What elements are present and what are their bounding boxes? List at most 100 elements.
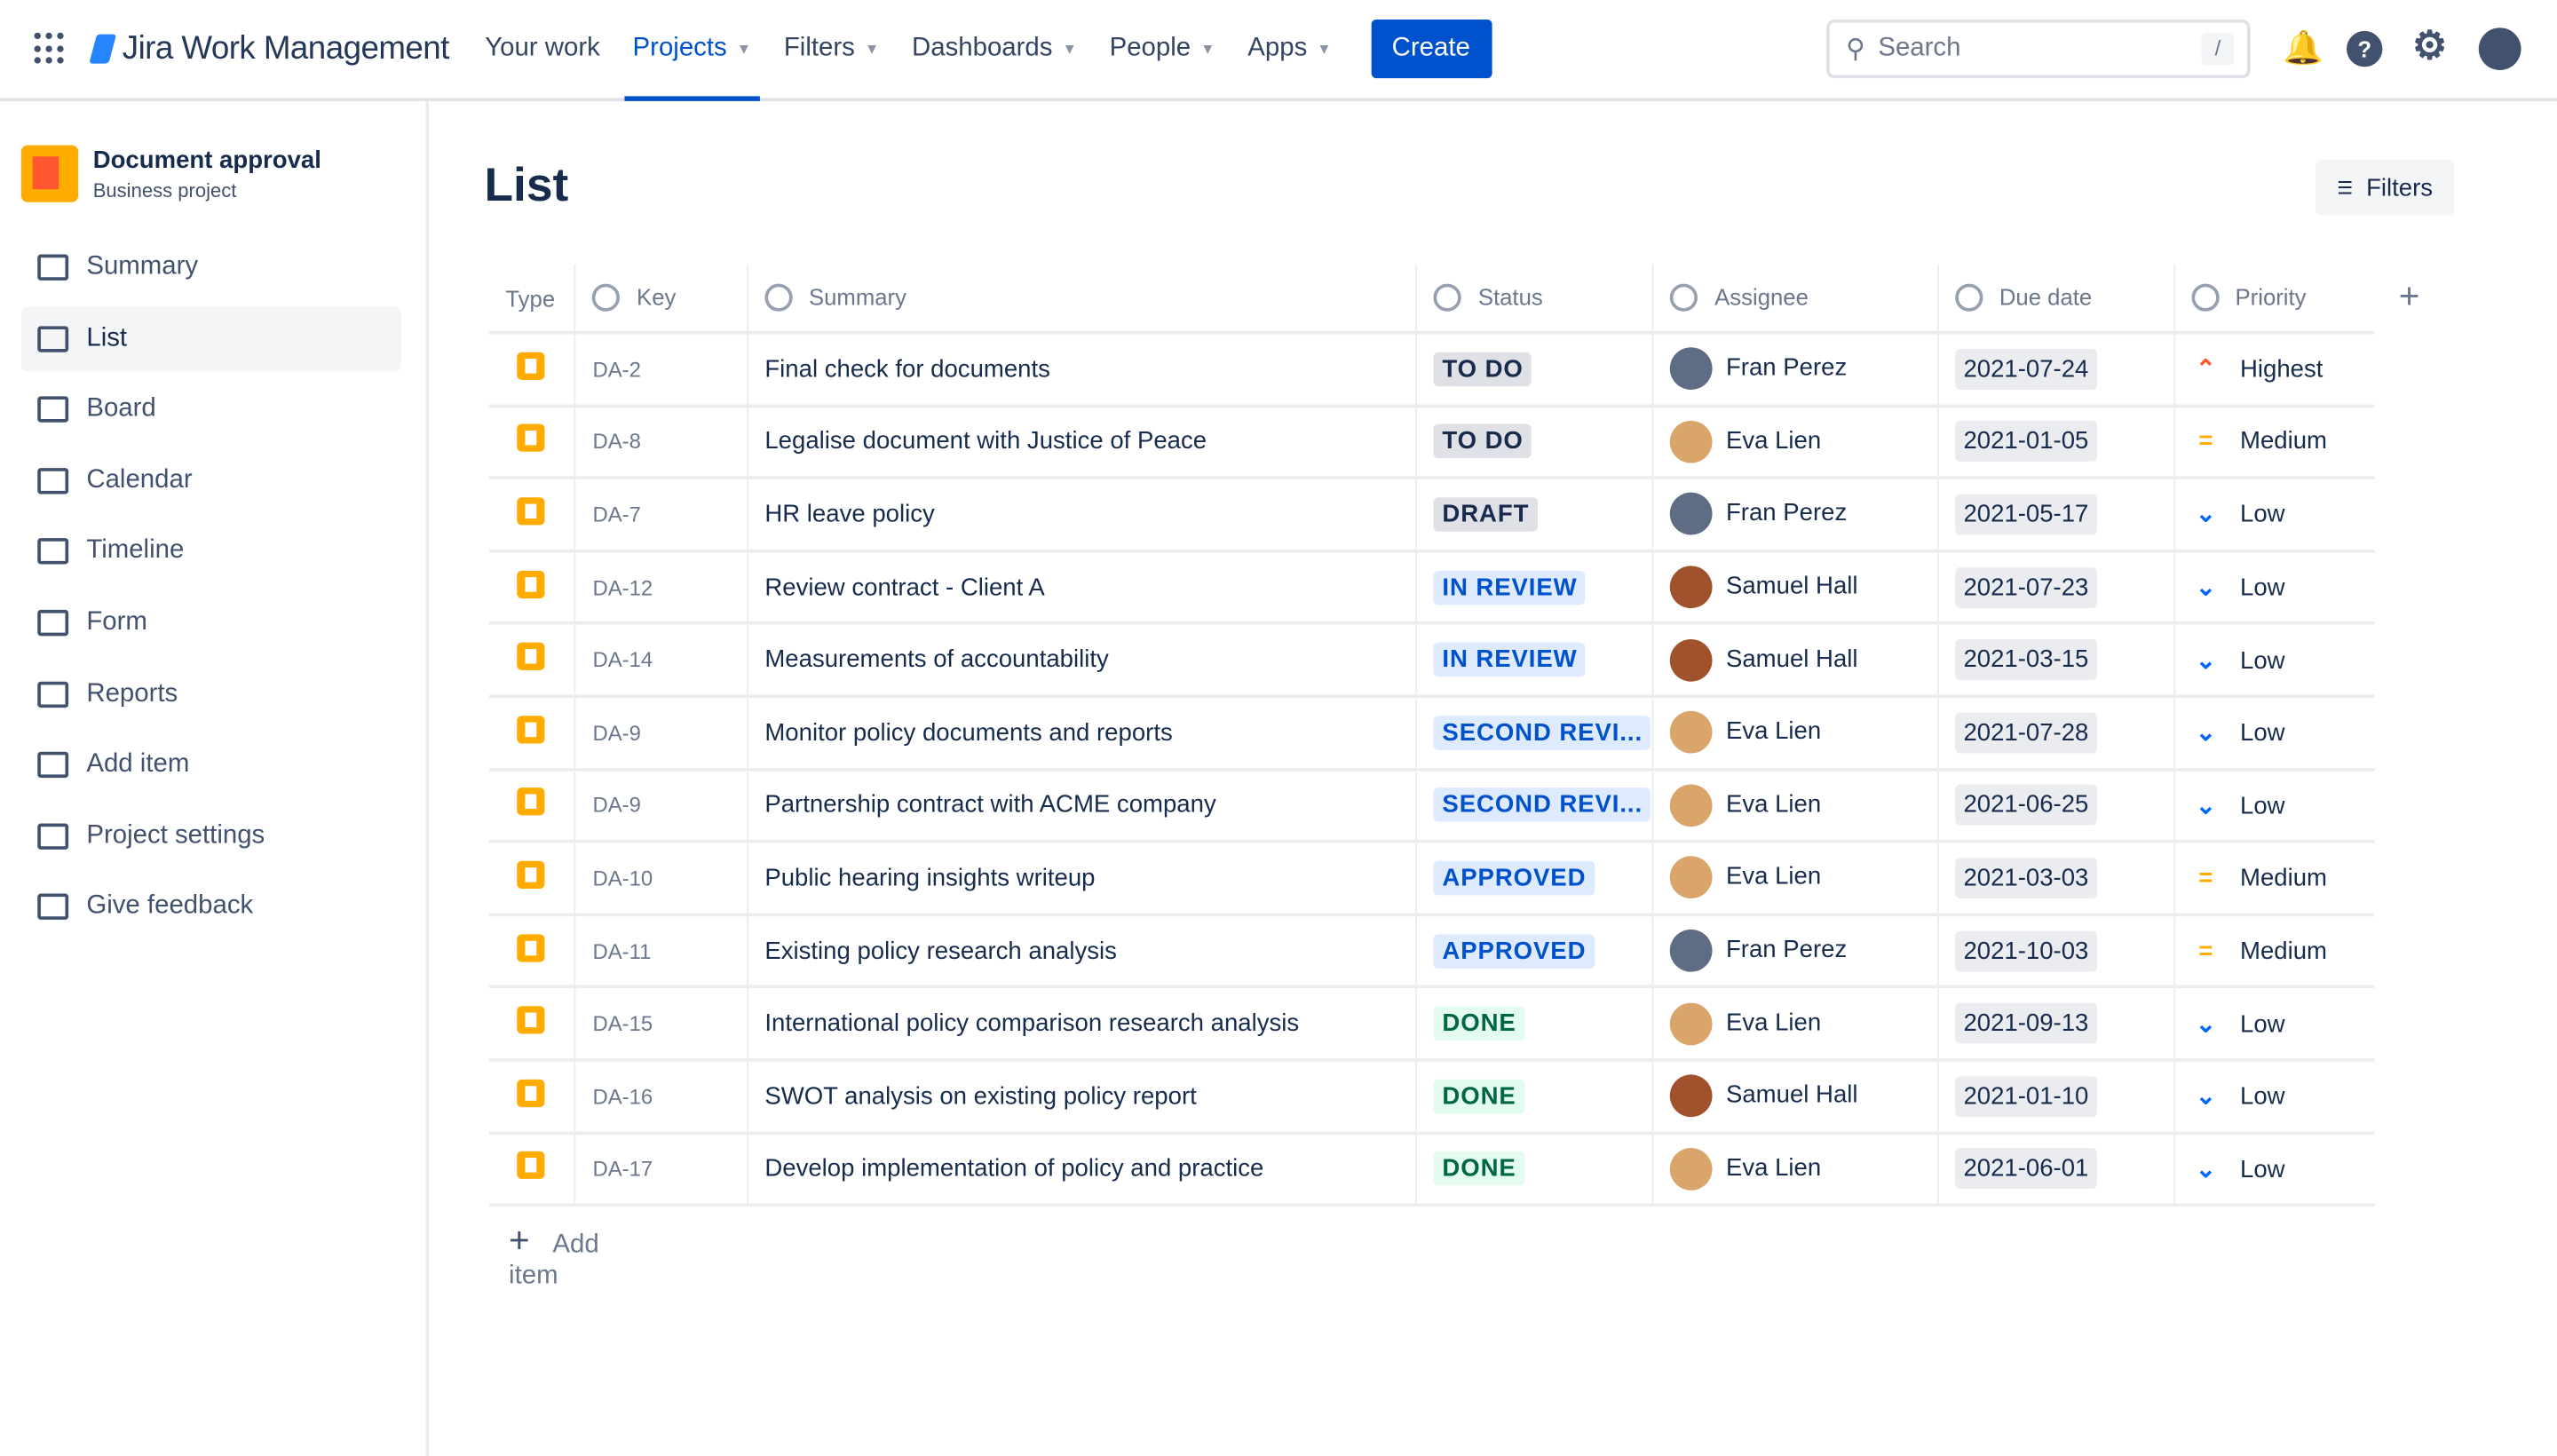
issue-summary[interactable]: SWOT analysis on existing policy report [764, 1082, 1196, 1110]
due-date-cell[interactable]: 2021-07-28 [1937, 696, 2175, 771]
notifications-icon[interactable]: 🔔 [2283, 31, 2323, 67]
summary-cell[interactable]: Final check for documents [748, 332, 1418, 408]
status-badge[interactable]: APPROVED [1434, 860, 1595, 896]
priority-cell[interactable]: ⌃ Highest [2173, 332, 2375, 408]
nav-filters[interactable]: Filters ▼ [771, 0, 892, 99]
status-badge[interactable]: SECOND REVI... [1434, 787, 1651, 823]
sidebar-item-summary[interactable]: Summary [21, 234, 401, 299]
issue-key[interactable]: DA-7 [592, 502, 640, 527]
summary-cell[interactable]: HR leave policy [748, 478, 1418, 553]
issue-key[interactable]: DA-17 [592, 1157, 653, 1182]
product-logo[interactable]: Jira Work Management [89, 30, 449, 67]
nav-dashboards[interactable]: Dashboards ▼ [899, 0, 1089, 99]
status-badge[interactable]: DONE [1434, 1151, 1524, 1186]
column-header-priority[interactable]: Priority [2173, 264, 2375, 335]
status-badge[interactable]: APPROVED [1434, 933, 1595, 969]
status-cell[interactable]: TO DO [1416, 332, 1655, 408]
status-badge[interactable]: TO DO [1434, 352, 1532, 386]
status-cell[interactable]: IN REVIEW [1416, 623, 1655, 699]
status-badge[interactable]: DONE [1434, 1006, 1524, 1041]
sidebar-item-board[interactable]: Board [21, 377, 401, 442]
summary-cell[interactable]: Partnership contract with ACME company [748, 769, 1418, 843]
summary-cell[interactable]: Develop implementation of policy and pra… [748, 1132, 1418, 1207]
issue-summary[interactable]: Partnership contract with ACME company [764, 791, 1215, 819]
due-date-cell[interactable]: 2021-03-15 [1937, 623, 2175, 699]
summary-cell[interactable]: Existing policy research analysis [748, 914, 1418, 989]
sidebar-item-list[interactable]: List [20, 305, 401, 372]
priority-cell[interactable]: ⌄ Low [2173, 986, 2375, 1062]
sidebar-item-add-item[interactable]: Add item [21, 732, 401, 797]
sidebar-item-give-feedback[interactable]: Give feedback [21, 874, 401, 939]
column-header-due-date[interactable]: Due date [1937, 264, 2175, 335]
settings-icon[interactable]: ⚙ [2411, 27, 2448, 67]
profile-avatar-icon[interactable] [2478, 28, 2521, 70]
table-row[interactable]: DA-11 Existing policy research analysis AP… [489, 914, 2375, 989]
due-date-cell[interactable]: 2021-06-01 [1937, 1132, 2175, 1207]
sidebar-item-form[interactable]: Form [21, 590, 401, 655]
issue-summary[interactable]: International policy comparison research… [764, 1009, 1299, 1037]
status-cell[interactable]: IN REVIEW [1416, 550, 1655, 626]
issue-summary[interactable]: Monitor policy documents and reports [764, 719, 1172, 747]
table-row[interactable]: DA-8 Legalise document with Justice of Pe… [489, 405, 2375, 480]
issue-key[interactable]: DA-8 [592, 430, 640, 455]
sidebar-item-calendar[interactable]: Calendar [21, 448, 401, 513]
issue-key[interactable]: DA-14 [592, 647, 653, 672]
table-row[interactable]: DA-9 Monitor policy documents and reports… [489, 696, 2375, 771]
issue-key[interactable]: DA-12 [592, 575, 653, 600]
add-item-button[interactable]: + Add item [509, 1220, 599, 1292]
column-header-status[interactable]: Status [1416, 264, 1655, 335]
assignee-cell[interactable]: Fran Perez [1653, 914, 1939, 989]
issue-summary[interactable]: Review contract - Client A [764, 574, 1044, 601]
status-cell[interactable]: SECOND REVI... [1416, 769, 1655, 843]
assignee-cell[interactable]: Eva Lien [1653, 986, 1939, 1062]
column-header-type[interactable]: Type [489, 264, 577, 335]
add-column-button[interactable]: + [2399, 275, 2420, 318]
issue-key[interactable]: DA-15 [592, 1011, 653, 1036]
assignee-cell[interactable]: Eva Lien [1653, 1132, 1939, 1207]
summary-cell[interactable]: Legalise document with Justice of Peace [748, 405, 1418, 480]
search-input[interactable]: ⚲ Search / [1826, 20, 2251, 79]
table-row[interactable]: DA-2 Final check for documents TO DO Fran P… [489, 332, 2375, 408]
due-date-cell[interactable]: 2021-01-10 [1937, 1059, 2175, 1135]
issue-summary[interactable]: HR leave policy [764, 501, 934, 528]
priority-cell[interactable]: ⌄ Low [2173, 550, 2375, 626]
app-switcher-icon[interactable] [34, 32, 67, 66]
table-row[interactable]: DA-9 Partnership contract with ACME compa… [489, 769, 2375, 843]
priority-cell[interactable]: ⌄ Low [2173, 769, 2375, 843]
summary-cell[interactable]: Public hearing insights writeup [748, 842, 1418, 916]
summary-cell[interactable]: Measurements of accountability [748, 623, 1418, 699]
status-cell[interactable]: DRAFT [1416, 478, 1655, 553]
column-header-assignee[interactable]: Assignee [1653, 264, 1939, 335]
summary-cell[interactable]: International policy comparison research… [748, 986, 1418, 1062]
issue-summary[interactable]: Public hearing insights writeup [764, 864, 1095, 891]
status-badge[interactable]: TO DO [1434, 424, 1532, 459]
due-date-cell[interactable]: 2021-01-05 [1937, 405, 2175, 480]
assignee-cell[interactable]: Fran Perez [1653, 478, 1939, 553]
table-row[interactable]: DA-10 Public hearing insights writeup APPR… [489, 842, 2375, 916]
priority-cell[interactable]: = Medium [2173, 405, 2375, 480]
filters-button[interactable]: ☰ Filters [2316, 159, 2455, 216]
due-date-cell[interactable]: 2021-07-24 [1937, 332, 2175, 408]
summary-cell[interactable]: Monitor policy documents and reports [748, 696, 1418, 771]
priority-cell[interactable]: = Medium [2173, 842, 2375, 916]
assignee-cell[interactable]: Samuel Hall [1653, 1059, 1939, 1135]
priority-cell[interactable]: = Medium [2173, 914, 2375, 989]
assignee-cell[interactable]: Eva Lien [1653, 769, 1939, 843]
issue-key[interactable]: DA-10 [592, 866, 653, 890]
assignee-cell[interactable]: Fran Perez [1653, 332, 1939, 408]
status-cell[interactable]: APPROVED [1416, 842, 1655, 916]
nav-projects[interactable]: Projects ▼ [620, 0, 764, 101]
issue-key[interactable]: DA-16 [592, 1084, 653, 1109]
issue-summary[interactable]: Legalise document with Justice of Peace [764, 428, 1207, 455]
table-row[interactable]: DA-17 Develop implementation of policy an… [489, 1132, 2375, 1207]
status-badge[interactable]: IN REVIEW [1434, 642, 1586, 677]
status-badge[interactable]: DONE [1434, 1079, 1524, 1113]
sidebar-item-project-settings[interactable]: Project settings [21, 803, 401, 868]
project-header[interactable]: Document approval Business project [20, 145, 426, 202]
status-cell[interactable]: DONE [1416, 986, 1655, 1062]
due-date-cell[interactable]: 2021-06-25 [1937, 769, 2175, 843]
issue-key[interactable]: DA-11 [592, 938, 651, 963]
table-row[interactable]: DA-7 HR leave policy DRAFT Fran Perez 2021-0… [489, 478, 2375, 553]
status-badge[interactable]: IN REVIEW [1434, 570, 1586, 605]
status-badge[interactable]: SECOND REVI... [1434, 715, 1651, 750]
